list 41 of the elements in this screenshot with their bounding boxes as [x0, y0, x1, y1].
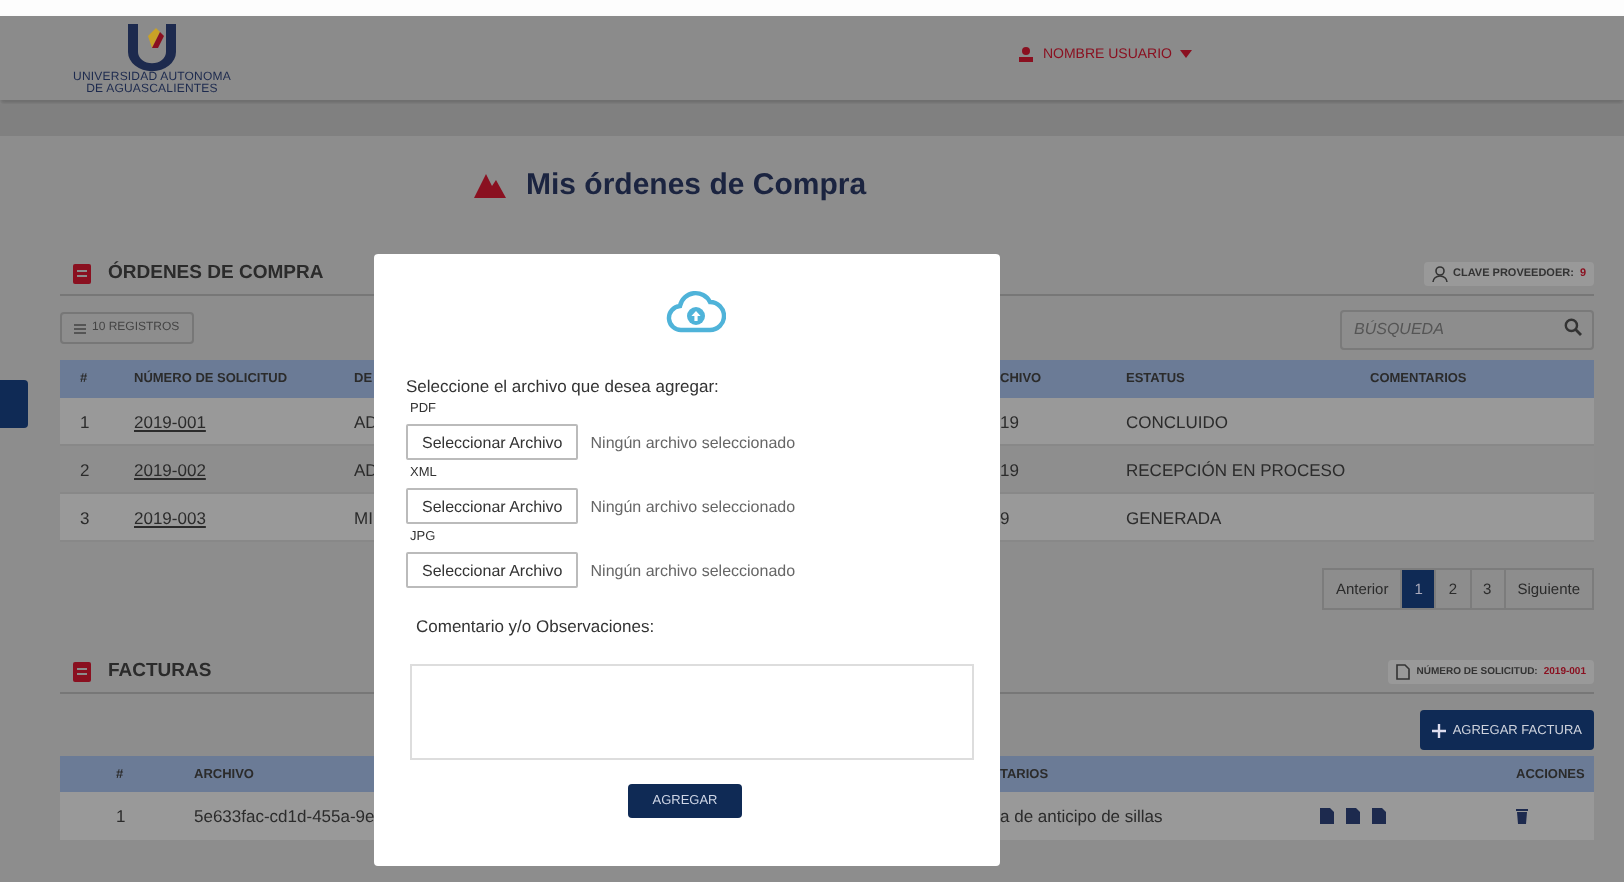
caret-icon: [1180, 50, 1192, 58]
choose-file-button[interactable]: Seleccionar Archivo: [406, 488, 579, 524]
table-cell-text: GENERADA: [1126, 507, 1224, 527]
clipboard-icon: [72, 660, 92, 682]
choose-file-button[interactable]: Seleccionar Archivo: [406, 552, 579, 588]
trash-icon[interactable]: [1516, 808, 1528, 824]
table-cell: 5e633fac-cd1d-455a-9e: [194, 806, 375, 826]
plus-icon: [1432, 723, 1447, 737]
page-title: Mis órdenes de Compra: [526, 167, 867, 201]
table-cell: MI: [354, 507, 373, 527]
file-status: Ningún archivo seleccionado: [590, 561, 796, 579]
table-cell-text: 19: [1000, 411, 1021, 431]
user-icon: [1431, 265, 1448, 281]
list-icon: [74, 323, 86, 333]
table-cell: a de anticipo de sillas: [1000, 806, 1163, 826]
file-status: Ningún archivo seleccionado: [590, 433, 796, 451]
request-link[interactable]: 2019-001: [134, 411, 206, 431]
mountain-logo-icon: [474, 171, 506, 197]
comment-field[interactable]: [410, 664, 974, 760]
file-status: Ningún archivo seleccionado: [590, 497, 796, 515]
table-cell-text: 19: [1000, 459, 1021, 479]
table-cell-text: RECEPCIÓN EN PROCESO: [1126, 459, 1348, 479]
search-icon: [1564, 318, 1582, 336]
table-cell-text: 2: [78, 459, 92, 479]
section-title: ÓRDENES DE COMPRA: [108, 262, 324, 284]
dialog-prompt: Seleccione el archivo que desea agregar:: [406, 376, 721, 396]
request-link[interactable]: 2019-003: [134, 507, 206, 527]
table-cell-text: 9: [1000, 507, 1012, 527]
table-cell-text: 3: [78, 507, 92, 527]
user-icon: [1018, 46, 1035, 62]
search-field[interactable]: BÚSQUEDA: [1340, 309, 1594, 349]
table-cell-text: CONCLUIDO: [1126, 411, 1231, 431]
comment-label: Comentario y/o Observaciones:: [416, 616, 657, 636]
section-title: FACTURAS: [108, 660, 212, 682]
document-icon: [1396, 663, 1411, 679]
choose-file-button[interactable]: Seleccionar Archivo: [406, 424, 579, 460]
table-cell-text: 1: [114, 806, 128, 826]
clipboard-icon: [72, 262, 92, 284]
cloud-upload-icon: [665, 290, 725, 334]
request-link[interactable]: 2019-002: [134, 459, 206, 479]
table-cell-text: 1: [78, 411, 92, 431]
